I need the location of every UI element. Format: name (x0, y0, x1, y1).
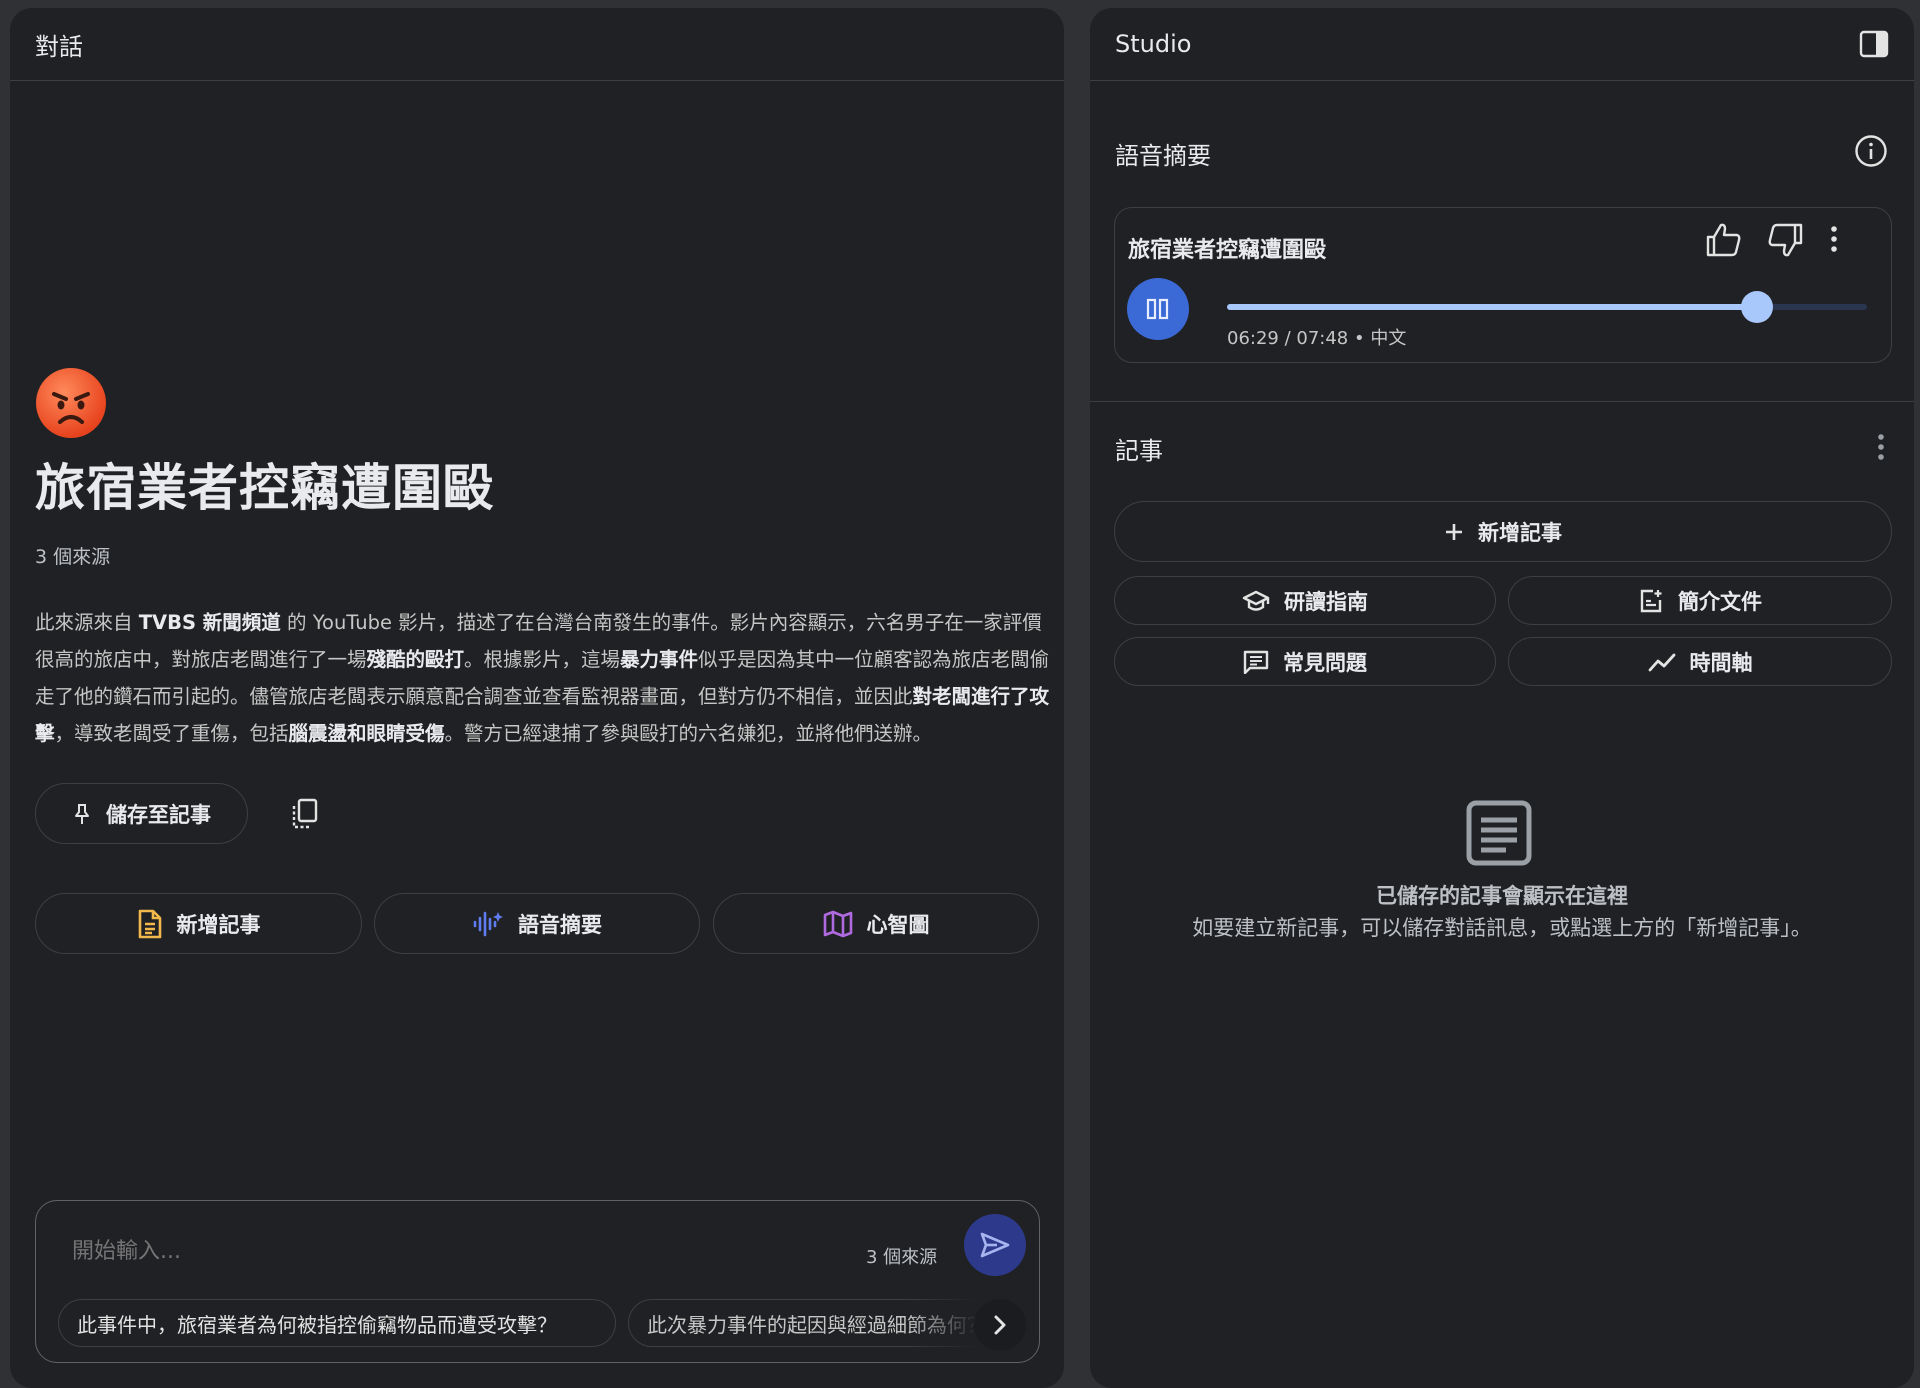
timeline-button[interactable]: 時間軸 (1508, 637, 1892, 686)
collapse-panel-icon[interactable] (1859, 30, 1889, 58)
pin-icon (72, 803, 92, 825)
audio-time: 06:29 / 07:48 • 中文 (1227, 328, 1407, 349)
send-button[interactable] (964, 1214, 1026, 1276)
notebook-summary: 此來源來自 TVBS 新聞頻道 的 YouTube 影片，描述了在台灣台南發生的… (35, 604, 1055, 752)
add-note-button[interactable]: 新增記事 (1114, 501, 1892, 562)
source-count: 3 個來源 (35, 546, 111, 568)
chat-source-count: 3 個來源 (866, 1247, 938, 1268)
audio-wave-icon (472, 909, 504, 939)
summary-text: 此來源來自 (35, 611, 139, 634)
briefing-doc-label: 簡介文件 (1678, 589, 1762, 614)
graduation-cap-icon (1242, 589, 1270, 613)
summary-text: 。警方已經逮捕了參與毆打的六名嫌犯，並將他們送辦。 (444, 722, 933, 745)
quick-action-label: 心智圖 (866, 912, 930, 937)
study-guide-label: 研讀指南 (1284, 589, 1368, 614)
chat-panel-header: 對話 (10, 8, 1064, 81)
empty-notes-icon (1466, 800, 1532, 866)
quick-action-mind-map-button[interactable]: 心智圖 (713, 893, 1039, 954)
summary-text: 。根據影片，這場 (464, 648, 621, 671)
copy-icon[interactable] (285, 794, 325, 834)
notes-title: 記事 (1115, 437, 1163, 465)
pause-icon (1145, 297, 1171, 321)
section-divider (1090, 401, 1914, 402)
briefing-doc-button[interactable]: 簡介文件 (1508, 576, 1892, 625)
quick-action-add-note-button[interactable]: 新增記事 (35, 893, 362, 954)
studio-panel-title: Studio (1115, 30, 1192, 58)
add-note-label: 新增記事 (1478, 520, 1562, 545)
chat-input[interactable] (72, 1239, 772, 1264)
chat-panel-title: 對話 (35, 32, 83, 61)
quick-action-audio-overview-button[interactable]: 語音摘要 (374, 893, 700, 954)
faq-icon (1243, 650, 1269, 674)
faq-label: 常見問題 (1283, 650, 1367, 675)
empty-notes-subtitle: 如要建立新記事，可以儲存對話訊息，或點選上方的「新增記事」。 (1192, 916, 1812, 940)
faq-button[interactable]: 常見問題 (1114, 637, 1496, 686)
studio-panel: Studio 語音摘要 旅宿業者控竊遭圍毆 06:29 / 07:48 • 中文 (1090, 8, 1914, 1388)
audio-overview-card: 旅宿業者控竊遭圍毆 06:29 / 07:48 • 中文 (1114, 207, 1892, 363)
thumbs-up-icon[interactable] (1705, 222, 1743, 258)
more-options-icon[interactable] (1829, 224, 1839, 254)
angry-face-emoji-icon (36, 368, 106, 438)
chat-composer: 3 個來源 此事件中，旅宿業者為何被指控偷竊物品而遭受攻擊？ 此次暴力事件的起因… (35, 1200, 1040, 1363)
empty-notes-title: 已儲存的記事會顯示在這裡 (1376, 884, 1628, 908)
send-icon (979, 1231, 1011, 1259)
chevron-right-icon (992, 1314, 1008, 1336)
audio-progress-thumb[interactable] (1740, 291, 1773, 323)
document-icon (1638, 588, 1664, 614)
quick-action-label: 新增記事 (176, 912, 261, 937)
summary-emphasis: 暴力事件 (620, 648, 699, 671)
studio-panel-header: Studio (1090, 8, 1914, 81)
study-guide-button[interactable]: 研讀指南 (1114, 576, 1496, 625)
info-icon[interactable] (1854, 134, 1888, 168)
audio-progress-slider[interactable] (1227, 291, 1867, 323)
timeline-label: 時間軸 (1689, 650, 1753, 675)
summary-emphasis: 腦震盪和眼睛受傷 (288, 722, 445, 745)
pause-button[interactable] (1127, 278, 1189, 340)
thumbs-down-icon[interactable] (1766, 222, 1804, 258)
summary-text: ，導致老闆受了重傷，包括 (54, 722, 289, 745)
audio-progress-fill (1227, 304, 1757, 310)
summary-emphasis: TVBS 新聞頻道 (138, 611, 281, 634)
notebook-title: 旅宿業者控竊遭圍毆 (35, 459, 494, 517)
next-suggestions-button[interactable] (974, 1299, 1026, 1351)
plus-icon (1444, 522, 1464, 542)
save-to-notes-label: 儲存至記事 (106, 802, 211, 827)
suggestion-chip[interactable]: 此事件中，旅宿業者為何被指控偷竊物品而遭受攻擊？ (58, 1299, 616, 1347)
chat-panel: 對話 旅宿業者控竊遭圍毆 3 個來源 此來源來自 TVBS 新聞頻道 的 You… (10, 8, 1064, 1388)
audio-overview-title: 語音摘要 (1115, 142, 1211, 170)
quick-action-label: 語音摘要 (518, 912, 602, 937)
notes-more-options-icon[interactable] (1876, 432, 1886, 462)
audio-card-title: 旅宿業者控竊遭圍毆 (1128, 238, 1327, 263)
map-icon (823, 910, 853, 938)
save-to-notes-button[interactable]: 儲存至記事 (35, 783, 248, 844)
note-icon (137, 909, 163, 939)
summary-emphasis: 殘酷的毆打 (366, 648, 465, 671)
timeline-icon (1648, 651, 1676, 673)
